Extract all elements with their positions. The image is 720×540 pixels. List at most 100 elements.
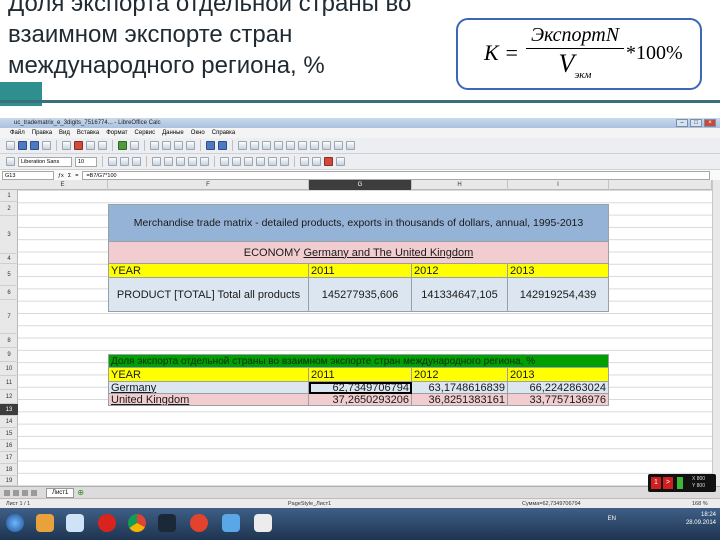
next-sheet-icon[interactable] bbox=[22, 489, 28, 496]
print-icon[interactable] bbox=[86, 141, 95, 150]
row-header[interactable]: 5 bbox=[0, 264, 18, 286]
sum-icon[interactable]: Σ bbox=[68, 173, 71, 179]
table1-value[interactable]: 145277935,606 bbox=[309, 278, 412, 312]
table2-value[interactable]: 33,7757136976 bbox=[508, 394, 609, 406]
row-header[interactable]: 16 bbox=[0, 440, 18, 452]
cell-grid[interactable]: Merchandise trade matrix - detailed prod… bbox=[18, 190, 712, 486]
table2-year[interactable]: 2013 bbox=[508, 368, 609, 382]
table1-economy[interactable]: ECONOMY Germany and The United Kingdom bbox=[108, 242, 609, 264]
new-icon[interactable] bbox=[6, 141, 15, 150]
menu-edit[interactable]: Правка bbox=[32, 128, 52, 138]
add-sheet-icon[interactable]: ⊕ bbox=[77, 488, 84, 497]
bold-icon[interactable] bbox=[108, 157, 117, 166]
font-color-icon[interactable] bbox=[324, 157, 333, 166]
sort-asc-icon[interactable] bbox=[250, 141, 259, 150]
justify-icon[interactable] bbox=[188, 157, 197, 166]
window-titlebar[interactable]: uc_tradematrix_e_3digits_7516774... - Li… bbox=[0, 118, 720, 128]
table1-year[interactable]: 2011 bbox=[309, 264, 412, 278]
skype-icon[interactable] bbox=[222, 514, 240, 532]
table1-year[interactable]: 2012 bbox=[412, 264, 508, 278]
row-header[interactable]: 8 bbox=[0, 334, 18, 348]
column-header[interactable]: F bbox=[108, 180, 309, 190]
paste-icon[interactable] bbox=[174, 141, 183, 150]
table1-product[interactable]: PRODUCT [TOTAL] Total all products bbox=[108, 278, 309, 312]
row-header[interactable]: 19 bbox=[0, 476, 18, 486]
navigator-icon[interactable] bbox=[322, 141, 331, 150]
help-icon[interactable] bbox=[346, 141, 355, 150]
row-header[interactable]: 9 bbox=[0, 348, 18, 362]
table2-year[interactable]: 2012 bbox=[412, 368, 508, 382]
row-header[interactable]: 11 bbox=[0, 376, 18, 390]
clone-icon[interactable] bbox=[186, 141, 195, 150]
table1-year[interactable]: 2013 bbox=[508, 264, 609, 278]
save-icon[interactable] bbox=[30, 141, 39, 150]
explorer-icon[interactable] bbox=[36, 514, 54, 532]
first-sheet-icon[interactable] bbox=[4, 489, 10, 496]
equals-icon[interactable]: = bbox=[75, 173, 78, 179]
chrome-icon[interactable] bbox=[128, 514, 146, 532]
column-header[interactable]: E bbox=[18, 180, 108, 190]
clock-time[interactable]: 18:24 bbox=[686, 511, 716, 519]
prev-sheet-icon[interactable] bbox=[13, 489, 19, 496]
vertical-scrollbar[interactable] bbox=[712, 180, 720, 486]
sort-desc-icon[interactable] bbox=[262, 141, 271, 150]
clock-date[interactable]: 28.09.2014 bbox=[686, 519, 716, 527]
gallery-icon[interactable] bbox=[334, 141, 343, 150]
email-icon[interactable] bbox=[42, 141, 51, 150]
borders-icon[interactable] bbox=[300, 157, 309, 166]
overlay-play-icon[interactable]: > bbox=[663, 477, 673, 489]
pivot-icon[interactable] bbox=[286, 141, 295, 150]
menu-insert[interactable]: Вставка bbox=[77, 128, 99, 138]
table2-year-label[interactable]: YEAR bbox=[108, 368, 309, 382]
minimize-button[interactable]: – bbox=[676, 119, 688, 127]
menu-data[interactable]: Данные bbox=[162, 128, 184, 138]
export-pdf-icon[interactable] bbox=[74, 141, 83, 150]
table2-value[interactable]: 37,2650293206 bbox=[309, 394, 412, 406]
font-size-box[interactable]: 10 bbox=[75, 156, 97, 167]
decimal-icon[interactable] bbox=[244, 157, 253, 166]
row-header[interactable]: 14 bbox=[0, 416, 18, 428]
table2-value[interactable]: 63,1748616839 bbox=[412, 382, 508, 394]
table2-year[interactable]: 2011 bbox=[309, 368, 412, 382]
name-box[interactable]: G13 bbox=[2, 171, 54, 180]
percent-icon[interactable] bbox=[232, 157, 241, 166]
merge-icon[interactable] bbox=[200, 157, 209, 166]
table1-title[interactable]: Merchandise trade matrix - detailed prod… bbox=[108, 204, 609, 242]
align-left-icon[interactable] bbox=[152, 157, 161, 166]
undo-icon[interactable] bbox=[206, 141, 215, 150]
menu-window[interactable]: Окно bbox=[191, 128, 205, 138]
sheet-tab[interactable]: Лист1 bbox=[46, 487, 75, 498]
align-center-icon[interactable] bbox=[164, 157, 173, 166]
maximize-button[interactable]: □ bbox=[690, 119, 702, 127]
table2-country[interactable]: Germany bbox=[108, 382, 309, 394]
row-header[interactable]: 1 bbox=[0, 190, 18, 202]
currency-icon[interactable] bbox=[220, 157, 229, 166]
table1-year-label[interactable]: YEAR bbox=[108, 264, 309, 278]
row-header[interactable]: 12 bbox=[0, 390, 18, 404]
align-right-icon[interactable] bbox=[176, 157, 185, 166]
underline-icon[interactable] bbox=[132, 157, 141, 166]
function-wizard-icon[interactable]: ƒx bbox=[58, 173, 64, 179]
copy-icon[interactable] bbox=[162, 141, 171, 150]
hyperlink-icon[interactable] bbox=[238, 141, 247, 150]
row-header[interactable]: 3 bbox=[0, 216, 18, 254]
table2-country[interactable]: United Kingdom bbox=[108, 394, 309, 406]
table1-value[interactable]: 141334647,105 bbox=[412, 278, 508, 312]
preview-icon[interactable] bbox=[98, 141, 107, 150]
menu-file[interactable]: Файл bbox=[10, 128, 25, 138]
column-header[interactable]: I bbox=[508, 180, 609, 190]
row-header[interactable]: 15 bbox=[0, 428, 18, 440]
language-indicator[interactable]: EN bbox=[608, 515, 616, 523]
row-header[interactable]: 13 bbox=[0, 404, 18, 416]
media-icon[interactable] bbox=[66, 514, 84, 532]
table2-value-selected[interactable]: 62,7349706794 bbox=[309, 382, 412, 394]
remove-decimal-icon[interactable] bbox=[268, 157, 277, 166]
styles-icon[interactable] bbox=[6, 157, 15, 166]
indent-icon[interactable] bbox=[280, 157, 289, 166]
table1-value[interactable]: 142919254,439 bbox=[508, 278, 609, 312]
row-header[interactable]: 2 bbox=[0, 202, 18, 216]
row-header[interactable]: 10 bbox=[0, 362, 18, 376]
table2-value[interactable]: 36,8251383161 bbox=[412, 394, 508, 406]
menu-view[interactable]: Вид bbox=[59, 128, 70, 138]
column-header[interactable] bbox=[609, 180, 712, 190]
